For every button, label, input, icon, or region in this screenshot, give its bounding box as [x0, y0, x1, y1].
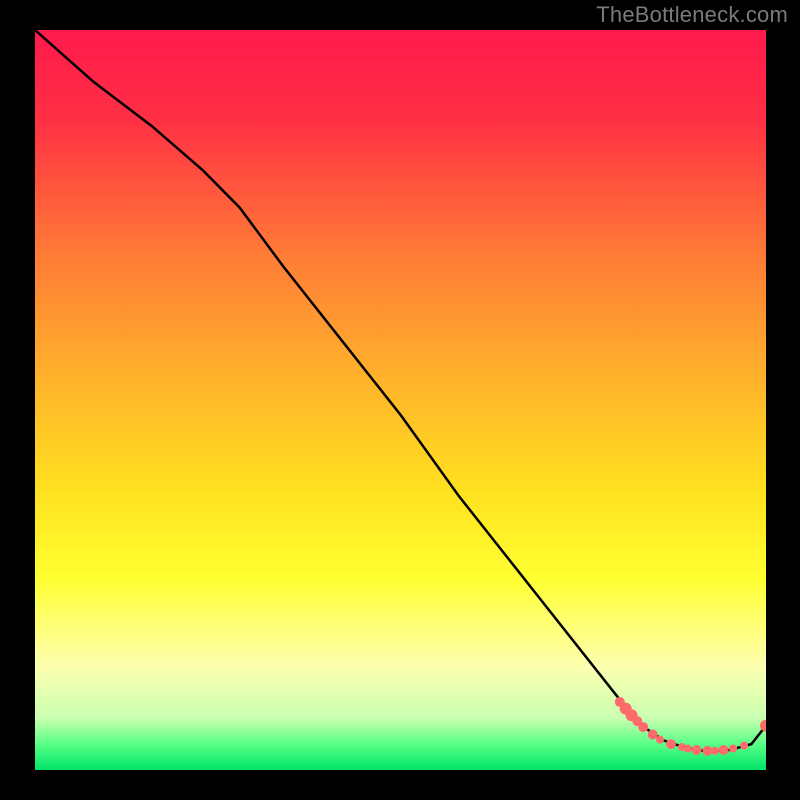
chart-background — [35, 30, 766, 770]
data-marker — [719, 745, 729, 755]
data-marker — [740, 742, 748, 750]
data-marker — [684, 745, 692, 753]
data-marker — [760, 720, 772, 732]
data-marker — [692, 745, 702, 755]
data-marker — [648, 729, 658, 739]
data-marker — [729, 745, 737, 753]
data-marker — [666, 739, 676, 749]
watermark-label: TheBottleneck.com — [596, 2, 788, 28]
chart-frame: { "watermark": "TheBottleneck.com", "cha… — [0, 0, 800, 800]
data-marker — [711, 747, 719, 755]
data-marker — [656, 736, 664, 744]
bottleneck-chart — [0, 0, 800, 800]
data-marker — [638, 722, 648, 732]
